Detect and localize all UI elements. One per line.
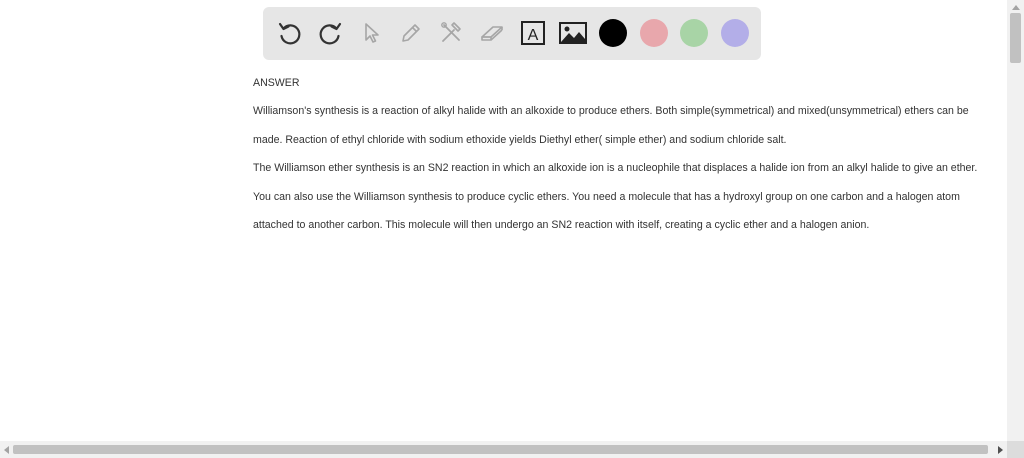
image-button[interactable]: [558, 18, 588, 48]
undo-icon: [278, 22, 301, 45]
drawing-toolbar: A: [263, 7, 761, 60]
text-box-letter: A: [528, 27, 539, 44]
tools-button[interactable]: [436, 18, 466, 48]
text-box-button[interactable]: A: [518, 18, 548, 48]
pencil-icon: [402, 24, 420, 42]
page: A ANSWER Williamson's synthesis is a rea…: [0, 0, 1024, 458]
color-swatch-purple[interactable]: [721, 19, 749, 47]
scroll-up-arrow-icon[interactable]: [1012, 5, 1020, 10]
color-swatch-green[interactable]: [680, 19, 708, 47]
answer-content: ANSWER Williamson's synthesis is a react…: [253, 74, 998, 244]
tools-icon: [441, 22, 461, 42]
answer-line: The Williamson ether synthesis is an SN2…: [253, 162, 978, 175]
answer-line: made. Reaction of ethyl chloride with so…: [253, 133, 787, 146]
pencil-button[interactable]: [396, 18, 426, 48]
pointer-icon: [365, 23, 379, 43]
scroll-right-arrow-icon[interactable]: [998, 446, 1003, 454]
answer-line: Williamson's synthesis is a reaction of …: [253, 105, 969, 118]
redo-button[interactable]: [315, 18, 345, 48]
scrollbar-corner: [1007, 441, 1024, 458]
horizontal-scroll-thumb[interactable]: [13, 445, 988, 454]
eraser-button[interactable]: [477, 18, 507, 48]
undo-button[interactable]: [275, 18, 305, 48]
horizontal-scrollbar[interactable]: [0, 441, 1007, 458]
color-swatch-black[interactable]: [599, 19, 627, 47]
vertical-scrollbar[interactable]: [1007, 0, 1024, 441]
answer-line: You can also use the Williamson synthesi…: [253, 190, 960, 203]
redo-icon: [319, 22, 342, 45]
answer-heading: ANSWER: [253, 77, 300, 89]
vertical-scroll-thumb[interactable]: [1010, 13, 1021, 63]
scroll-left-arrow-icon[interactable]: [4, 446, 9, 454]
color-swatch-pink[interactable]: [640, 19, 668, 47]
text-box-icon: A: [521, 21, 545, 45]
pointer-button[interactable]: [356, 18, 386, 48]
answer-line: attached to another carbon. This molecul…: [253, 218, 870, 231]
image-icon: [559, 22, 587, 44]
eraser-icon: [481, 26, 503, 41]
